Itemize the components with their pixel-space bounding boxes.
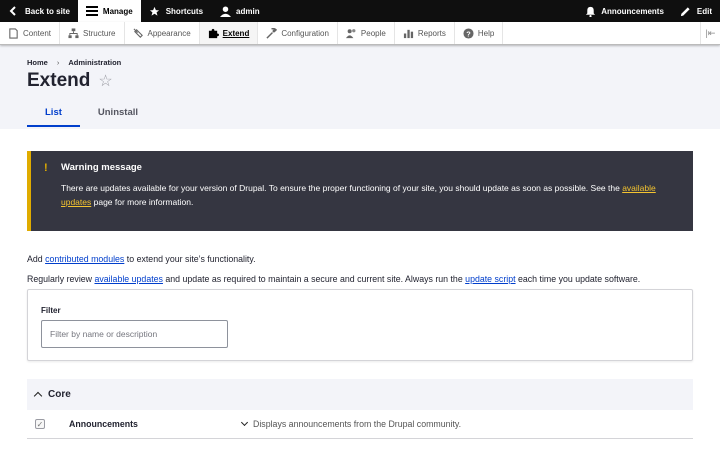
module-description: Displays announcements from the Drupal c… — [253, 419, 462, 429]
edit-tab[interactable]: Edit — [672, 0, 720, 22]
extend-icon — [208, 28, 219, 38]
manage-label: Manage — [102, 6, 133, 16]
breadcrumb-separator: › — [56, 58, 60, 67]
breadcrumb-home[interactable]: Home — [27, 58, 48, 67]
warning-message: ! Warning message There are updates avai… — [27, 151, 693, 231]
primary-tabs: List Uninstall — [27, 101, 693, 127]
core-package: Core ✓ Announcements Displays announceme… — [27, 379, 693, 439]
back-to-site-link[interactable]: Back to site — [0, 0, 78, 22]
tab-uninstall[interactable]: Uninstall — [80, 101, 156, 127]
warning-icon: ! — [44, 162, 48, 174]
tray-item-extend[interactable]: Extend — [199, 22, 259, 44]
available-updates-link-2[interactable]: available updates — [94, 274, 162, 284]
module-name[interactable]: Announcements — [69, 419, 242, 429]
manage-tab[interactable]: Manage — [77, 0, 141, 22]
tray-item-help[interactable]: ? Help — [455, 22, 504, 44]
tab-list[interactable]: List — [27, 101, 80, 127]
configuration-icon — [266, 27, 278, 39]
filter-panel: Filter — [27, 289, 693, 361]
page-title: Extend — [27, 70, 91, 91]
tray-item-configuration[interactable]: Configuration — [258, 22, 338, 44]
warning-text: There are updates available for your ver… — [61, 183, 656, 207]
warning-title: Warning message — [61, 162, 142, 173]
filter-label: Filter — [41, 306, 61, 315]
help-icon: ? — [463, 27, 474, 39]
edit-label: Edit — [696, 6, 712, 16]
tray-item-label: People — [360, 28, 386, 38]
tray-item-structure[interactable]: Structure — [60, 22, 125, 44]
admin-menu-tray: Content Structure Appearance Extend Conf… — [0, 22, 720, 45]
module-checkbox[interactable]: ✓ — [35, 419, 45, 429]
back-to-site-label: Back to site — [25, 6, 70, 16]
arrow-left-icon — [8, 5, 20, 17]
page-header: Home › Administration Extend ☆ List Unin… — [0, 45, 720, 129]
announcements-label: Announcements — [601, 6, 664, 16]
tray-item-label: Appearance — [147, 28, 191, 38]
structure-icon — [68, 27, 79, 38]
tray-item-label: Structure — [83, 28, 116, 38]
shortcut-star-icon[interactable]: ☆ — [98, 71, 112, 91]
tray-item-content[interactable]: Content — [0, 22, 61, 44]
tray-item-reports[interactable]: Reports — [395, 22, 455, 44]
chevron-down-icon[interactable] — [240, 418, 249, 427]
svg-text:?: ? — [466, 29, 471, 38]
admin-toolbar: Back to site Manage Shortcuts admin Anno… — [0, 0, 720, 22]
appearance-icon — [133, 28, 143, 38]
content-icon — [9, 27, 18, 39]
shortcuts-label: Shortcuts — [165, 6, 204, 16]
tray-item-people[interactable]: People — [338, 22, 395, 44]
star-icon — [149, 5, 161, 17]
tray-item-label: Help — [477, 28, 495, 38]
shortcuts-tab[interactable]: Shortcuts — [141, 0, 211, 22]
hamburger-icon — [85, 5, 98, 17]
breadcrumb-administration[interactable]: Administration — [68, 58, 121, 67]
user-tab[interactable]: admin — [211, 0, 268, 22]
tray-orientation-toggle[interactable]: |⇤ — [700, 22, 720, 44]
bell-icon — [584, 5, 596, 17]
contributed-modules-link[interactable]: contributed modules — [45, 254, 124, 264]
chevron-up-icon — [33, 391, 43, 401]
filter-input[interactable] — [41, 320, 228, 348]
people-icon — [345, 28, 356, 38]
tray-item-label: Configuration — [281, 28, 329, 38]
module-row: ✓ Announcements Displays announcements f… — [27, 410, 693, 439]
tray-item-appearance[interactable]: Appearance — [125, 22, 200, 44]
announcements-tab[interactable]: Announcements — [576, 0, 672, 22]
reports-icon — [403, 29, 413, 38]
user-icon — [219, 5, 231, 17]
breadcrumb: Home › Administration — [27, 58, 693, 67]
user-label: admin — [236, 6, 260, 16]
core-package-summary[interactable]: Core — [27, 379, 693, 410]
tray-item-label: Content — [23, 28, 52, 38]
orientation-icon: |⇤ — [705, 27, 716, 38]
main-content: ! Warning message There are updates avai… — [0, 129, 720, 439]
update-script-link[interactable]: update script — [465, 274, 515, 284]
core-package-title: Core — [48, 389, 71, 400]
tray-item-label: Extend — [222, 28, 250, 38]
tray-item-label: Reports — [417, 28, 446, 38]
intro-text: Add contributed modules to extend your s… — [27, 254, 641, 284]
pencil-icon — [680, 5, 692, 17]
